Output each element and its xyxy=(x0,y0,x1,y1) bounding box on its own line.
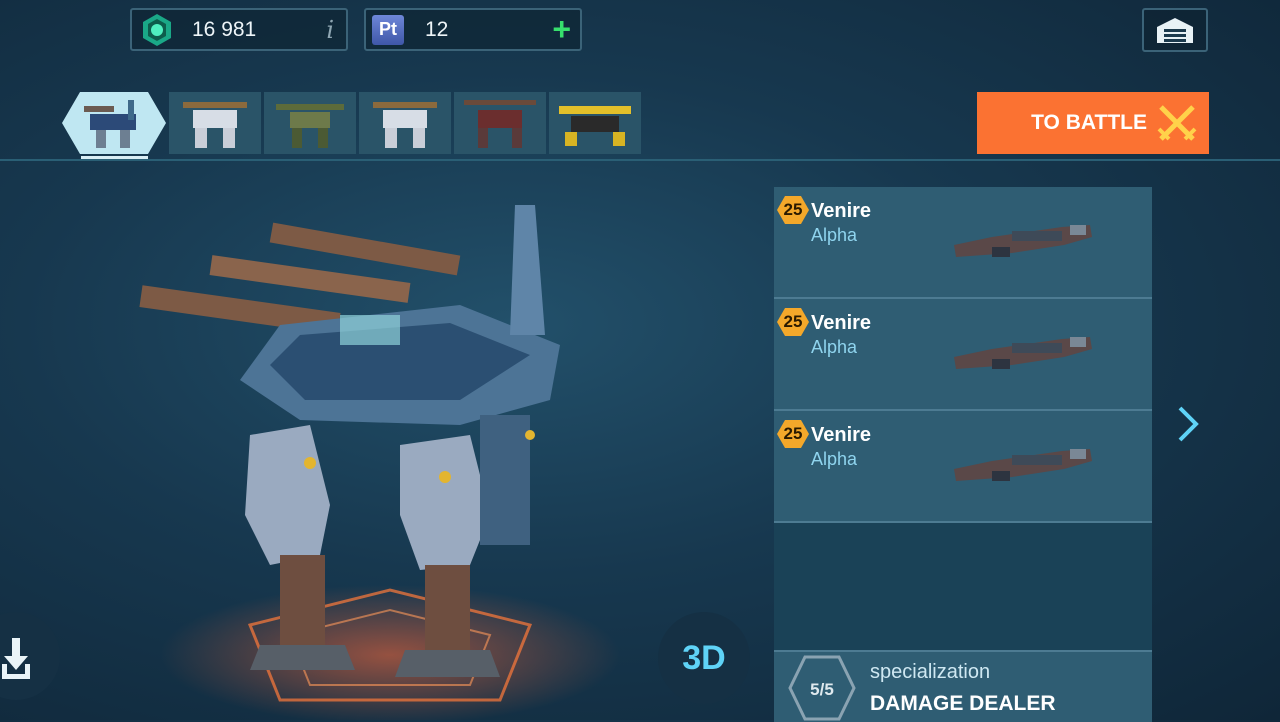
view-3d-label: 3D xyxy=(682,638,726,677)
weapon-name: Venire xyxy=(811,312,872,334)
silver-icon xyxy=(143,13,171,46)
robot-thumbnail xyxy=(62,92,166,154)
platinum-currency: Pt 12 + xyxy=(364,8,582,51)
to-battle-label: TO BATTLE xyxy=(1031,111,1147,134)
to-battle-button[interactable]: TO BATTLE xyxy=(977,92,1209,154)
hangar-button[interactable] xyxy=(1142,8,1208,52)
weapon-slot-2[interactable]: 25 Venire Alpha xyxy=(774,299,1152,411)
weapon-slot-3[interactable]: 25 Venire Alpha xyxy=(774,411,1152,523)
weapon-level: 25 xyxy=(783,200,803,219)
weapon-subtitle: Alpha xyxy=(811,449,858,469)
railgun-icon xyxy=(954,449,1092,481)
platinum-amount: 12 xyxy=(425,17,449,41)
silver-amount: 16 981 xyxy=(192,17,257,41)
weapons-panel: 25 Venire Alpha 25 Venire Alpha 25 Venir… xyxy=(774,187,1152,720)
robot-model[interactable] xyxy=(130,195,650,720)
weapon-name: Venire xyxy=(811,200,872,222)
robot-tab-1[interactable] xyxy=(62,92,166,154)
download-button[interactable] xyxy=(0,612,60,700)
robot-tab-3[interactable] xyxy=(264,92,356,154)
weapon-slot-1[interactable]: 25 Venire Alpha xyxy=(774,187,1152,299)
weapon-level: 25 xyxy=(783,424,803,443)
weapon-name: Venire xyxy=(811,424,872,446)
weapon-subtitle: Alpha xyxy=(811,225,858,245)
robot-tab-6[interactable] xyxy=(549,92,641,154)
chevron-right-icon[interactable] xyxy=(1174,404,1202,444)
specialization-count: 5/5 xyxy=(810,680,834,699)
divider xyxy=(0,159,1280,161)
weapon-subtitle: Alpha xyxy=(811,337,858,357)
download-icon xyxy=(2,638,30,679)
specialization-panel[interactable]: 5/5 specialization DAMAGE DEALER xyxy=(774,650,1152,722)
robot-tab-2[interactable] xyxy=(169,92,261,154)
view-3d-button[interactable]: 3D xyxy=(658,612,750,704)
crossed-swords-icon xyxy=(1157,105,1197,141)
platinum-icon: Pt xyxy=(372,14,404,45)
hangar-icon xyxy=(1157,18,1193,43)
robot-selector xyxy=(62,92,641,154)
robot-thumbnail xyxy=(276,104,344,148)
railgun-icon xyxy=(954,337,1092,369)
robot-thumbnail xyxy=(373,102,437,148)
weapon-level: 25 xyxy=(783,312,803,331)
specialization-value: DAMAGE DEALER xyxy=(870,692,1056,715)
robot-thumbnail xyxy=(559,106,631,146)
robot-tab-4[interactable] xyxy=(359,92,451,154)
specialization-label: specialization xyxy=(870,661,991,683)
silver-currency: 16 981 i xyxy=(130,8,348,51)
railgun-icon xyxy=(954,225,1092,257)
info-icon[interactable]: i xyxy=(326,16,334,44)
robot-thumbnail xyxy=(464,100,536,148)
robot-thumbnail xyxy=(183,102,247,148)
robot-tab-5[interactable] xyxy=(454,92,546,154)
add-platinum-button[interactable]: + xyxy=(552,13,571,45)
